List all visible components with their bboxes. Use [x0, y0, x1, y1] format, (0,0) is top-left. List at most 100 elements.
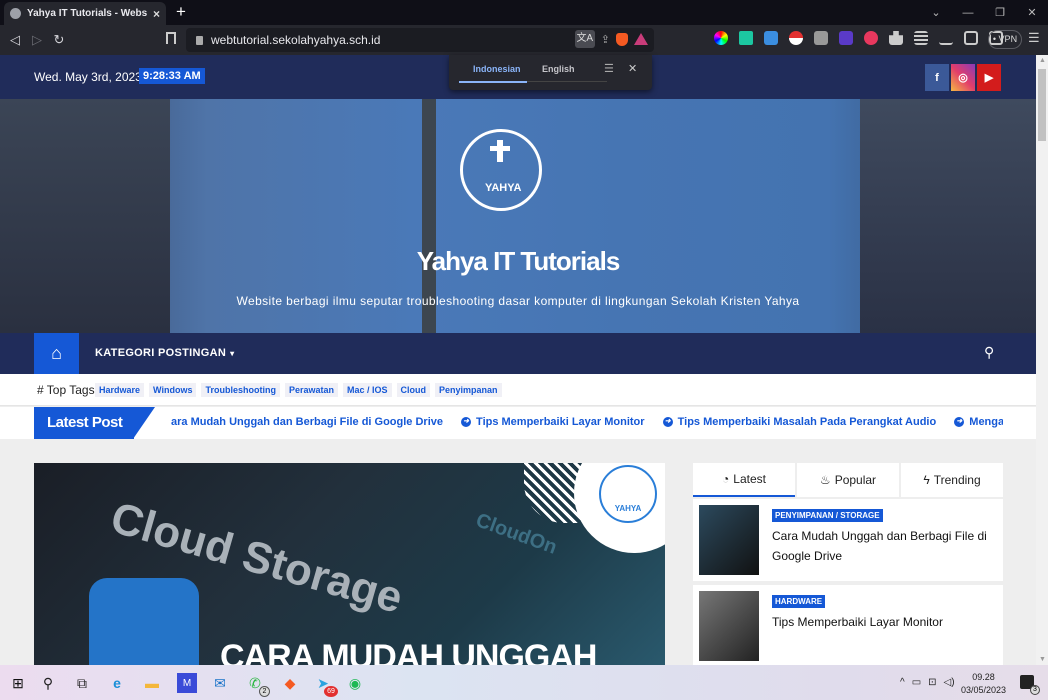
fire-icon: ♨: [819, 473, 831, 487]
profile-extension-icon[interactable]: [814, 31, 828, 45]
post-thumbnail[interactable]: [699, 591, 759, 661]
brave-icon[interactable]: ◆: [280, 673, 300, 693]
mail-icon[interactable]: ✉: [210, 673, 230, 693]
list-item[interactable]: HARDWARE Tips Memperbaiki Layar Monitor: [693, 585, 1003, 665]
search-icon[interactable]: ⚲: [38, 673, 58, 693]
share-icon[interactable]: ⇪: [601, 33, 610, 46]
ticker-item[interactable]: ➜ Tips Memperbaiki Layar Monitor: [461, 416, 645, 428]
search-icon[interactable]: ⚲: [984, 344, 994, 361]
task-view-icon[interactable]: ⧉: [72, 673, 92, 693]
notification-center-icon[interactable]: 3: [1020, 675, 1040, 695]
translate-icon[interactable]: 文A: [574, 30, 595, 48]
app-ma-icon[interactable]: M: [177, 673, 197, 693]
file-explorer-icon[interactable]: ▬: [142, 673, 162, 693]
spotify-icon[interactable]: ◉: [345, 673, 365, 693]
arrow-circle-right-icon: ➜: [461, 417, 472, 428]
youtube-icon[interactable]: ▶: [977, 64, 1001, 91]
tab-popular[interactable]: ♨ Popular: [797, 463, 899, 497]
ticker-item[interactable]: ➜ Tips Memperbaiki Masalah Pada Perangkat…: [662, 416, 936, 428]
arrow-circle-right-icon: ➜: [954, 417, 965, 428]
volume-icon[interactable]: ◁): [944, 677, 955, 688]
lang-english-tab[interactable]: English: [542, 64, 575, 74]
minimize-button[interactable]: —: [952, 7, 984, 19]
pink-extension-icon[interactable]: [864, 31, 878, 45]
downloads-icon[interactable]: [939, 31, 953, 45]
browser-menu-icon[interactable]: ☰: [1028, 30, 1040, 46]
list-item[interactable]: PENYIMPANAN / STORAGE Cara Mudah Unggah …: [693, 499, 1003, 581]
scrollbar-thumb[interactable]: [1038, 69, 1046, 141]
category-menu[interactable]: KATEGORI POSTINGAN ▾: [95, 347, 234, 359]
restore-button[interactable]: ❐: [984, 6, 1016, 19]
site-logo[interactable]: YAHYA: [460, 129, 542, 211]
ticker-item[interactable]: ➜Mengatasi Keyboard dan Mo: [954, 416, 1003, 428]
purple-extension-icon[interactable]: [839, 31, 853, 45]
instagram-icon[interactable]: ◎: [951, 64, 975, 91]
whatsapp-icon[interactable]: ✆ 2: [245, 673, 270, 697]
show-hidden-icons[interactable]: ^: [900, 677, 905, 688]
close-window-button[interactable]: ✕: [1016, 6, 1048, 19]
playlist-icon[interactable]: [914, 31, 928, 45]
forward-button[interactable]: ▷: [26, 32, 48, 48]
tag-windows[interactable]: Windows: [149, 383, 197, 397]
latest-post-label: Latest Post: [34, 407, 134, 439]
back-button[interactable]: ◁: [4, 32, 26, 48]
tag-cloud[interactable]: Cloud: [396, 383, 430, 397]
clock-time: 09.28: [972, 672, 995, 682]
sidebar-icon[interactable]: [964, 31, 978, 45]
scroll-down-icon[interactable]: ▼: [1039, 656, 1046, 663]
network-icon[interactable]: ⊡: [928, 677, 936, 688]
home-button[interactable]: ⌂: [34, 333, 79, 374]
tab-label: Trending: [933, 473, 981, 487]
edge-icon[interactable]: e: [107, 673, 127, 693]
post-category-badge[interactable]: HARDWARE: [772, 595, 826, 608]
tab-latest[interactable]: ◔ Latest: [693, 463, 795, 497]
tab-close-icon[interactable]: ×: [153, 7, 160, 21]
tab-label: Latest: [733, 472, 766, 486]
color-picker-extension-icon[interactable]: [714, 31, 728, 45]
tab-search-dropdown-icon[interactable]: ⌄: [920, 6, 952, 19]
vpn-button[interactable]: • VPN: [988, 30, 1022, 49]
bolt-icon: ϟ: [923, 473, 930, 487]
post-title[interactable]: Cara Mudah Unggah dan Berbagi File di Go…: [772, 526, 997, 566]
extensions-area: [714, 31, 1003, 45]
tag-list: Hardware Windows Troubleshooting Perawat…: [95, 383, 502, 397]
runner-extension-icon[interactable]: [739, 31, 753, 45]
post-thumbnail[interactable]: [699, 505, 759, 575]
close-icon[interactable]: ✕: [628, 62, 637, 75]
taskbar-clock[interactable]: 09.28 03/05/2023: [961, 671, 1006, 697]
tab-trending[interactable]: ϟ Trending: [901, 463, 1003, 497]
post-category-badge[interactable]: PENYIMPANAN / STORAGE: [772, 509, 883, 522]
notification-count: 3: [1030, 685, 1040, 695]
featured-post-image[interactable]: Cloud Storage CloudOn YAHYA CARA MUDAH U…: [34, 463, 665, 665]
pokeball-extension-icon[interactable]: [789, 31, 803, 45]
start-icon[interactable]: ⊞: [8, 673, 28, 693]
extensions-puzzle-icon[interactable]: [889, 31, 903, 45]
fi-extension-icon[interactable]: [764, 31, 778, 45]
tag-penyimpanan[interactable]: Penyimpanan: [435, 383, 502, 397]
current-time: 9:28:33 AM: [139, 68, 205, 84]
url-text[interactable]: webtutorial.sekolahyahya.sch.id: [211, 33, 380, 47]
sidebar-tabs: ◔ Latest ♨ Popular ϟ Trending: [693, 463, 1003, 497]
reload-button[interactable]: ↻: [48, 32, 70, 48]
browser-tab[interactable]: Yahya IT Tutorials - Website berbagi ×: [4, 2, 166, 25]
tag-hardware[interactable]: Hardware: [95, 383, 145, 397]
translate-options-icon[interactable]: ☰: [604, 62, 614, 75]
bookmark-icon[interactable]: [166, 32, 176, 44]
facebook-icon[interactable]: f: [925, 64, 949, 91]
tag-troubleshooting[interactable]: Troubleshooting: [201, 383, 280, 397]
brave-rewards-icon[interactable]: [634, 33, 648, 45]
post-title[interactable]: Tips Memperbaiki Layar Monitor: [772, 612, 997, 632]
scroll-up-icon[interactable]: ▲: [1039, 57, 1046, 64]
telegram-icon[interactable]: ➤ 69: [313, 673, 338, 697]
address-bar[interactable]: webtutorial.sekolahyahya.sch.id 文A ⇪: [186, 28, 654, 52]
ticker-item[interactable]: ara Mudah Unggah dan Berbagi File di Goo…: [171, 416, 443, 428]
new-tab-button[interactable]: +: [176, 2, 186, 22]
battery-icon[interactable]: ▭: [912, 677, 921, 688]
browser-toolbar: ◁ ▷ ↻ webtutorial.sekolahyahya.sch.id 文A…: [0, 25, 1048, 55]
site-title[interactable]: Yahya IT Tutorials: [0, 246, 1036, 277]
page-scrollbar[interactable]: ▲ ▼: [1036, 55, 1048, 665]
tag-perawatan[interactable]: Perawatan: [284, 383, 338, 397]
lang-indonesian-tab[interactable]: Indonesian: [473, 64, 521, 74]
brave-shields-icon[interactable]: [616, 32, 628, 46]
tag-mac-ios[interactable]: Mac / IOS: [342, 383, 392, 397]
